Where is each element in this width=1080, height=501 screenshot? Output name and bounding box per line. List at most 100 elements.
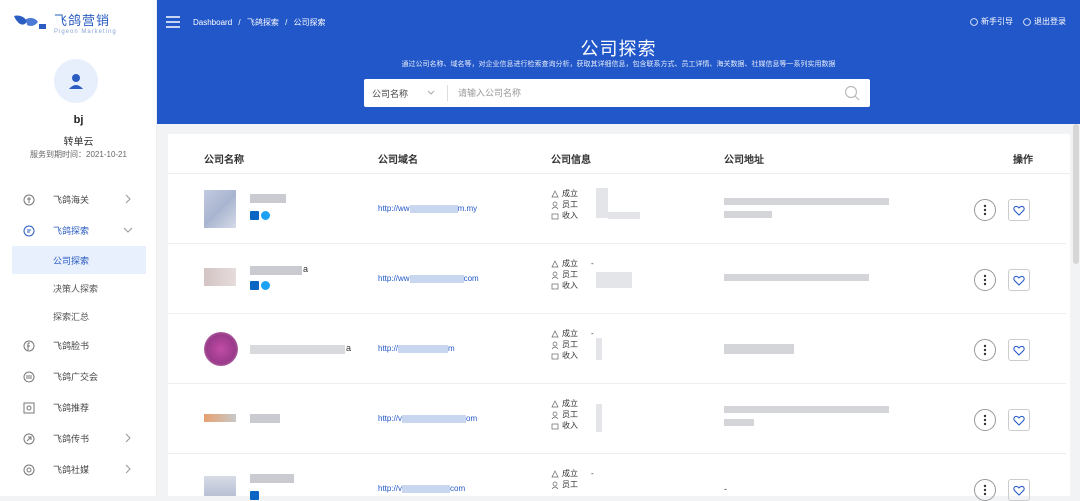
results-table: 公司名称 公司域名 公司信息 公司地址 操作 http://ww m.my 成立 … [168,134,1070,501]
sidebar-item-label: 飞鸽社媒 [53,465,90,475]
company-address [724,274,869,287]
sidebar: 飞鸽营销 Pigeon Marketing bj 转单云 服务到期时间：2021… [0,0,157,496]
chevron-right-icon [125,433,131,443]
sidebar-subitem-summary[interactable]: 探索汇总 [0,302,157,330]
sidebar-subitem-decision-maker[interactable]: 决策人探索 [0,274,157,302]
company-domain[interactable]: http:// m [378,344,455,353]
company-name-redacted [250,345,345,354]
revenue-label: 收入 [562,211,578,220]
sidebar-item-label: 飞鸽广交会 [53,372,99,382]
domain-prefix: http://ww [378,204,410,213]
domain-redacted [402,484,451,493]
table-row[interactable]: http://v com 成立 - 员工 - [168,454,1066,501]
twitter-icon[interactable] [261,211,270,220]
more-options-button[interactable] [974,199,996,221]
breadcrumb-dashboard[interactable]: Dashboard [193,18,232,27]
col-address: 公司地址 [724,155,764,166]
sidebar-item-facebook[interactable]: 飞鸽脸书 [0,330,157,361]
more-options-button[interactable] [974,269,996,291]
company-logo [204,268,236,286]
domain-redacted [402,414,467,423]
table-row[interactable]: a http://ww com 成立 - 员工 收入 [168,244,1066,314]
user-icon [69,74,83,89]
favorite-button[interactable] [1008,409,1030,431]
company-logo [204,414,236,422]
avatar[interactable] [54,59,98,103]
sidebar-subitem-company-explore[interactable]: 公司探索 [12,246,146,274]
company-domain[interactable]: http://ww com [378,274,479,283]
sidebar-item-customs[interactable]: 飞鸽海关 [0,184,157,215]
customs-icon [22,193,36,207]
favorite-button[interactable] [1008,269,1030,291]
more-options-button[interactable] [974,409,996,431]
page-description: 通过公司名称、域名等，对企业信息进行检索查询分析，获取其详细信息，包含联系方式、… [401,61,836,68]
table-row[interactable]: http://ww m.my 成立 员工 收入 [168,174,1066,244]
sidebar-item-recommend[interactable]: 飞鸽推荐 [0,392,157,423]
table-row[interactable]: a http:// m 成立 - 员工 收入 [168,314,1066,384]
favorite-button[interactable] [1008,339,1030,361]
info-redacted [596,338,602,360]
company-domain[interactable]: http://ww m.my [378,204,477,213]
more-vertical-icon [983,204,987,216]
table-row[interactable]: http://v om 成立 员工 收入 [168,384,1066,454]
founded-icon [551,259,559,267]
employees-icon [551,341,559,349]
more-options-button[interactable] [974,339,996,361]
sidebar-item-social[interactable]: 飞鸽社媒 [0,454,157,485]
more-options-button[interactable] [974,479,996,501]
favorite-button[interactable] [1008,479,1030,501]
linkedin-icon[interactable] [250,211,259,220]
domain-suffix: m [448,344,455,353]
breadcrumb-separator: / [238,18,241,27]
employees-label: 员工 [562,480,578,489]
page-title: 公司探索 [580,39,657,59]
sidebar-item-label: 飞鸽海关 [53,195,90,205]
guide-link[interactable]: 新手引导 [970,16,1013,27]
chevron-down-icon [427,90,435,95]
menu-toggle-icon[interactable] [166,16,180,28]
employees-icon [551,411,559,419]
employees-icon [551,481,559,489]
favorite-button[interactable] [1008,199,1030,221]
user-name: bj [73,114,84,126]
founded-label: 成立 [562,189,578,198]
brand-logo[interactable]: 飞鸽营销 Pigeon Marketing [12,10,117,35]
breadcrumb-explore[interactable]: 飞鸽探索 [247,18,279,27]
revenue-icon [551,353,559,359]
domain-prefix: http://ww [378,274,410,283]
company-logo [204,190,236,228]
revenue-label: 收入 [562,421,578,430]
company-domain[interactable]: http://v com [378,484,465,493]
chevron-right-icon [125,194,131,204]
table-header: 公司名称 公司域名 公司信息 公司地址 操作 [168,134,1070,174]
breadcrumb: Dashboard / 飞鸽探索 / 公司探索 [193,17,330,28]
scrollbar-thumb[interactable] [1073,124,1079,264]
linkedin-icon[interactable] [250,281,259,290]
search-icon[interactable] [844,85,860,101]
brand-name: 飞鸽营销 [54,14,111,29]
twitter-icon[interactable] [261,281,270,290]
logout-link[interactable]: 退出登录 [1023,16,1066,27]
search-type-select[interactable]: 公司名称 [364,85,448,101]
domain-redacted [398,344,449,353]
col-actions: 操作 [1013,155,1033,166]
scrollbar[interactable] [1072,124,1080,496]
founded-label: 成立 [562,469,578,478]
domain-prefix: http://v [378,484,403,493]
company-domain[interactable]: http://v om [378,414,477,423]
company-info: 成立 - 员工 [551,468,594,490]
sidebar-item-send[interactable]: 飞鸽传书 [0,423,157,454]
sidebar-item-explore[interactable]: 飞鸽探索 [0,215,157,246]
search-input[interactable] [448,88,844,98]
company-address: - [724,484,727,494]
help-circle-icon [970,17,978,26]
sidebar-item-canton-fair[interactable]: 飞鸽广交会 [0,361,157,392]
send-icon [22,432,36,446]
employees-label: 员工 [562,410,578,419]
heart-icon [1013,345,1025,356]
social-icon [22,463,36,477]
founded-value: - [591,259,594,268]
company-info: 成立 - 员工 收入 [551,258,594,291]
search-type-value: 公司名称 [372,88,409,99]
info-redacted [608,212,640,219]
